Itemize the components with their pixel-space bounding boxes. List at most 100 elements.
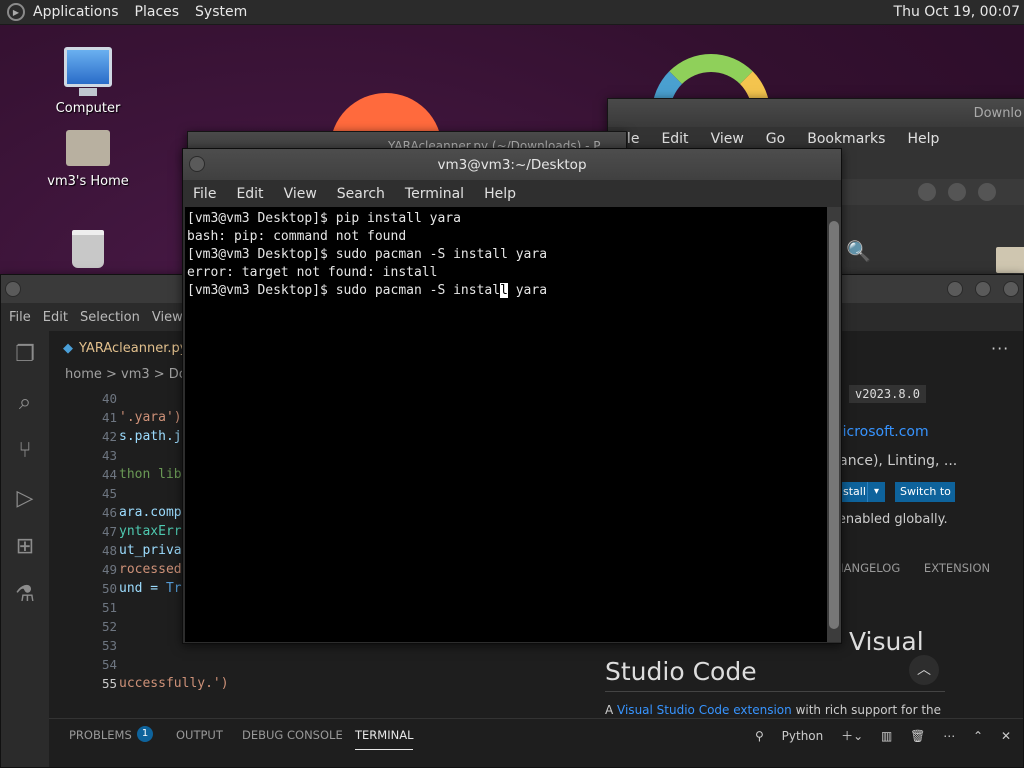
breadcrumb[interactable]: home > vm3 > Dow xyxy=(65,367,197,382)
extension-version: v2023.8.0 xyxy=(849,385,927,403)
menu-edit[interactable]: Edit xyxy=(661,131,688,147)
split-terminal-icon[interactable]: ▥ xyxy=(881,729,892,743)
desktop-icon-label: vm3's Home xyxy=(47,174,129,189)
terminal-line: [vm3@vm3 Desktop]$ sudo pacman -S instal… xyxy=(187,247,548,262)
tab-terminal[interactable]: TERMINAL xyxy=(355,728,414,750)
menu-terminal[interactable]: Terminal xyxy=(405,186,464,202)
source-control-icon[interactable]: ⑂ xyxy=(1,427,49,475)
menu-go[interactable]: Go xyxy=(766,131,785,147)
enabled-status: s enabled globally. xyxy=(827,512,948,527)
panel-menu-applications[interactable]: Applications xyxy=(33,4,119,20)
line-number: 48 xyxy=(101,543,117,558)
tab-yaracleanner[interactable]: ◆ YARAcleanner.py xyxy=(49,331,189,366)
extension-tabs: HANGELOG EXTENSION xyxy=(835,561,1010,575)
menu-help[interactable]: Help xyxy=(907,131,939,147)
menu-view[interactable]: View xyxy=(284,186,317,202)
line-number: 44 xyxy=(101,467,117,482)
summary-text: A xyxy=(605,703,618,717)
close-button[interactable] xyxy=(978,183,996,201)
extension-summary: A Visual Studio Code extension with rich… xyxy=(605,703,941,717)
publisher-link[interactable]: microsoft.com xyxy=(829,424,929,440)
terminal-profile-label: Python xyxy=(781,729,824,743)
menu-view[interactable]: View xyxy=(152,310,183,325)
menu-bookmarks[interactable]: Bookmarks xyxy=(807,131,885,147)
run-debug-icon[interactable]: ▷ xyxy=(1,475,49,523)
terminal-profile[interactable]: ⚲ Python xyxy=(741,729,823,743)
tab-changelog[interactable]: HANGELOG xyxy=(835,561,900,575)
window-menu-button[interactable] xyxy=(5,281,21,297)
window-titlebar[interactable]: Downlo xyxy=(608,99,1024,127)
line-number: 52 xyxy=(101,619,117,634)
menu-selection[interactable]: Selection xyxy=(80,310,140,325)
maximize-panel-icon[interactable]: ⌃ xyxy=(973,729,983,743)
extension-heading: Visual xyxy=(849,627,924,656)
maximize-button[interactable] xyxy=(948,183,966,201)
kill-terminal-icon[interactable]: 🗑 xyxy=(910,729,925,743)
terminal-input-text: yara xyxy=(507,283,548,298)
more-icon[interactable]: ⋯ xyxy=(943,729,955,743)
desktop-icon-home[interactable]: vm3's Home xyxy=(43,130,133,189)
terminal-output[interactable]: [vm3@vm3 Desktop]$ pip install yara bash… xyxy=(185,207,827,642)
scrollbar-thumb[interactable] xyxy=(829,221,839,629)
extensions-icon[interactable]: ⊞ xyxy=(1,523,49,571)
python-file-icon: ◆ xyxy=(63,341,73,356)
tab-output[interactable]: OUTPUT xyxy=(176,728,223,742)
clock[interactable]: Thu Oct 19, 00:07 xyxy=(894,4,1020,20)
desktop-icon-computer[interactable]: Computer xyxy=(43,47,133,116)
computer-icon xyxy=(64,47,112,96)
switch-button[interactable]: Switch to P xyxy=(895,482,955,502)
minimize-button[interactable] xyxy=(918,183,936,201)
search-icon[interactable]: 🔍 xyxy=(846,239,871,263)
home-folder-icon xyxy=(66,130,110,166)
install-dropdown-icon[interactable]: ▾ xyxy=(867,482,885,502)
close-panel-icon[interactable]: ✕ xyxy=(1001,729,1011,743)
summary-link[interactable]: Visual Studio Code extension xyxy=(617,703,792,717)
panel-menu-places[interactable]: Places xyxy=(135,4,180,20)
minimize-button[interactable] xyxy=(947,281,963,297)
desktop-icon-label: Computer xyxy=(55,101,121,116)
terminal-line: error: target not found: install xyxy=(187,265,438,280)
tab-extension-pack[interactable]: EXTENSION xyxy=(924,561,990,575)
terminal-line: bash: pip: command not found xyxy=(187,229,407,244)
terminal-input-text: [vm3@vm3 Desktop]$ sudo pacman -S instal xyxy=(187,283,501,298)
line-number: 54 xyxy=(101,657,117,672)
line-number: 50 xyxy=(101,581,117,596)
scroll-to-top-icon[interactable]: ︿ xyxy=(909,655,939,685)
desktop-icon-trash[interactable] xyxy=(43,230,133,272)
line-number: 41 xyxy=(101,410,117,425)
line-number: 42 xyxy=(101,429,117,444)
line-number: 47 xyxy=(101,524,117,539)
code-line: rocessed xyxy=(119,562,182,577)
summary-text: with rich support for the xyxy=(791,703,942,717)
code-line: s.path.j xyxy=(119,429,182,444)
activity-bar: ❐ ⌕ ⑂ ▷ ⊞ ⚗ xyxy=(1,331,49,767)
distro-logo-icon[interactable]: ▶ xyxy=(7,3,25,21)
more-actions-icon[interactable]: ··· xyxy=(991,339,1009,358)
close-button[interactable] xyxy=(1003,281,1019,297)
extension-heading-line2: Studio Code xyxy=(605,657,757,686)
panel-toolbar: ⚲ Python ＋⌄ ▥ 🗑 ⋯ ⌃ ✕ xyxy=(727,727,1011,744)
menu-file[interactable]: File xyxy=(193,186,216,202)
code-line: thon lib xyxy=(119,467,182,482)
menu-edit[interactable]: Edit xyxy=(236,186,263,202)
menu-search[interactable]: Search xyxy=(337,186,385,202)
window-titlebar[interactable]: vm3@vm3:~/Desktop xyxy=(183,149,841,180)
search-icon[interactable]: ⌕ xyxy=(1,379,49,427)
menu-edit[interactable]: Edit xyxy=(43,310,68,325)
menu-file[interactable]: File xyxy=(9,310,31,325)
maximize-button[interactable] xyxy=(975,281,991,297)
menu-help[interactable]: Help xyxy=(484,186,516,202)
menu-view[interactable]: View xyxy=(711,131,744,147)
tab-problems[interactable]: PROBLEMS xyxy=(69,728,132,742)
testing-icon[interactable]: ⚗ xyxy=(1,571,49,619)
terminal-current-line[interactable]: [vm3@vm3 Desktop]$ sudo pacman -S instal… xyxy=(187,282,825,300)
terminal-scrollbar[interactable] xyxy=(827,207,841,642)
new-terminal-icon[interactable]: ＋⌄ xyxy=(841,729,863,743)
tab-debug-console[interactable]: DEBUG CONSOLE xyxy=(242,728,343,742)
window-menu-button[interactable] xyxy=(189,156,205,172)
problems-count-badge: 1 xyxy=(137,726,153,742)
code-line: und = Tr xyxy=(119,581,182,596)
panel-menu-system[interactable]: System xyxy=(195,4,247,20)
folder-icon[interactable] xyxy=(996,247,1024,273)
explorer-icon[interactable]: ❐ xyxy=(1,331,49,379)
